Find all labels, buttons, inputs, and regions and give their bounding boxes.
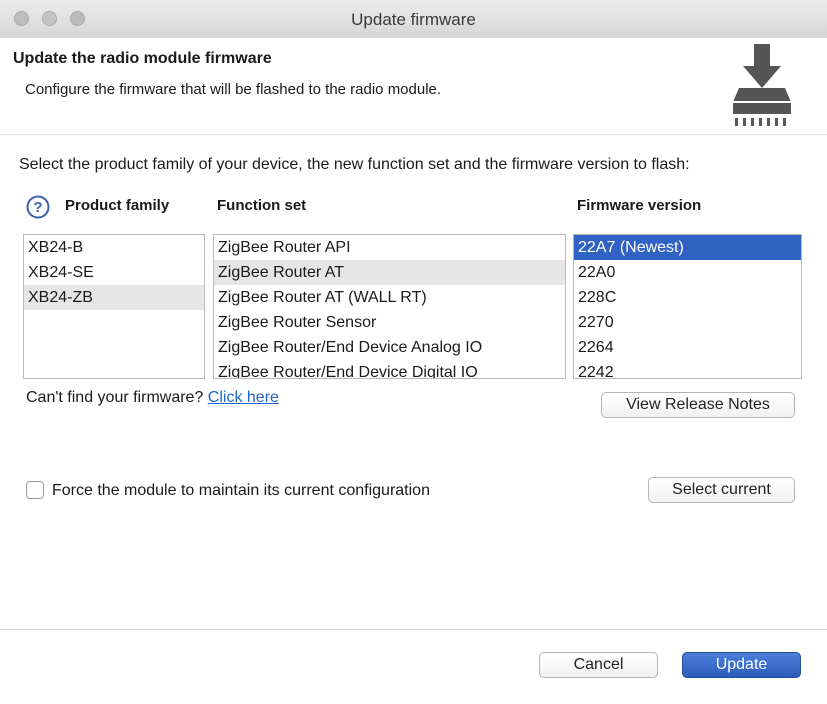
firmware-version-item[interactable]: 2242	[574, 360, 801, 378]
product-family-list[interactable]: XB24-B XB24-SE XB24-ZB	[23, 234, 205, 379]
cant-find-text: Can't find your firmware?	[26, 389, 204, 406]
function-set-item-selected[interactable]: ZigBee Router AT	[214, 260, 565, 285]
firmware-version-item-selected[interactable]: 22A7 (Newest)	[574, 235, 801, 260]
firmware-version-header: Firmware version	[577, 197, 702, 214]
product-family-header: Product family	[65, 197, 170, 214]
instruction-text: Select the product family of your device…	[19, 156, 690, 173]
function-set-item[interactable]: ZigBee Router/End Device Analog IO	[214, 335, 565, 360]
page-title: Update the radio module firmware	[13, 50, 272, 67]
firmware-version-item[interactable]: 2264	[574, 335, 801, 360]
function-set-header: Function set	[217, 197, 307, 214]
product-family-item[interactable]: XB24-B	[24, 235, 204, 260]
header-banner: Update the radio module firmware Configu…	[0, 38, 827, 135]
product-family-item-selected[interactable]: XB24-ZB	[24, 285, 204, 310]
window-title: Update firmware	[351, 10, 476, 29]
title-bar: Update firmware	[0, 0, 827, 39]
force-config-checkbox[interactable]	[26, 481, 44, 499]
firmware-version-item[interactable]: 228C	[574, 285, 801, 310]
product-family-item[interactable]: XB24-SE	[24, 260, 204, 285]
cancel-button[interactable]: Cancel	[539, 652, 658, 678]
click-here-link[interactable]: Click here	[208, 389, 279, 406]
force-config-label: Force the module to maintain its current…	[52, 482, 430, 499]
firmware-version-item[interactable]: 2270	[574, 310, 801, 335]
select-current-button[interactable]: Select current	[648, 477, 795, 503]
svg-text:?: ?	[33, 199, 42, 216]
function-set-item[interactable]: ZigBee Router API	[214, 235, 565, 260]
function-set-list[interactable]: ZigBee Router API ZigBee Router AT ZigBe…	[213, 234, 566, 379]
cant-find-firmware: Can't find your firmware? Click here	[26, 389, 279, 407]
function-set-item[interactable]: ZigBee Router AT (WALL RT)	[214, 285, 565, 310]
help-icon[interactable]: ?	[26, 195, 50, 219]
footer-divider	[0, 629, 827, 630]
firmware-flash-icon	[733, 44, 791, 126]
page-description: Configure the firmware that will be flas…	[25, 81, 442, 98]
function-set-item[interactable]: ZigBee Router/End Device Digital IO	[214, 360, 565, 378]
firmware-version-list[interactable]: 22A7 (Newest) 22A0 228C 2270 2264 2242	[573, 234, 802, 379]
firmware-version-item[interactable]: 22A0	[574, 260, 801, 285]
update-firmware-dialog: Update firmware Update the radio module …	[0, 0, 827, 704]
update-button[interactable]: Update	[682, 652, 801, 678]
view-release-notes-button[interactable]: View Release Notes	[601, 392, 795, 418]
function-set-item[interactable]: ZigBee Router Sensor	[214, 310, 565, 335]
